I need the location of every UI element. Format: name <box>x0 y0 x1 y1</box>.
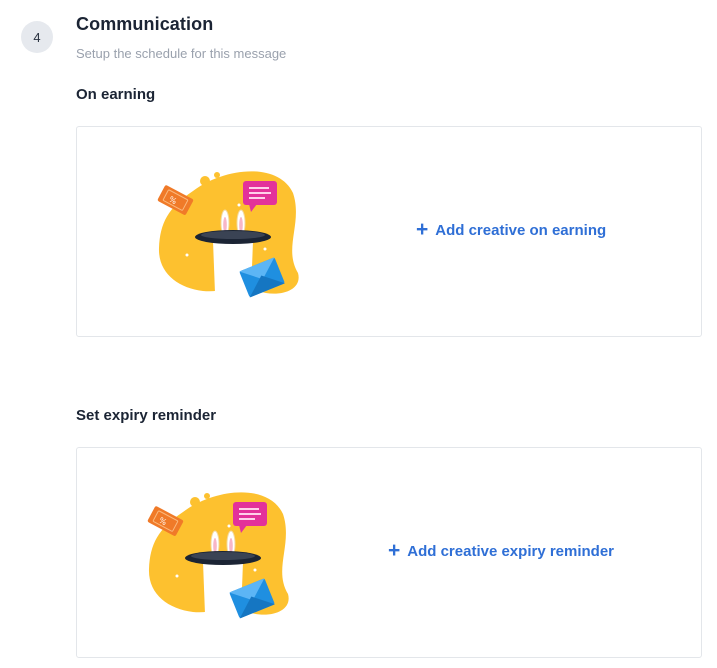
add-creative-expiry-reminder-label: Add creative expiry reminder <box>407 543 615 560</box>
section-heading-on-earning: On earning <box>76 86 156 103</box>
step-number-badge: 4 <box>21 21 53 53</box>
add-creative-on-earning-button[interactable]: + Add creative on earning <box>416 218 607 241</box>
add-creative-on-earning-label: Add creative on earning <box>435 222 607 239</box>
magic-hat-illustration: % <box>143 484 303 624</box>
communication-step: 4 Communication Setup the schedule for t… <box>0 0 717 668</box>
section-heading-expiry-reminder: Set expiry reminder <box>76 407 217 424</box>
add-creative-expiry-reminder-button[interactable]: + Add creative expiry reminder <box>388 539 615 562</box>
plus-icon: + <box>416 218 429 241</box>
step-subtitle: Setup the schedule for this message <box>76 46 287 61</box>
expiry-reminder-card: % + Add creative expiry reminder <box>76 447 702 658</box>
step-title: Communication <box>76 14 214 34</box>
magic-hat-illustration: % <box>153 163 313 303</box>
on-earning-card: % + Add creative on earning <box>76 126 702 337</box>
plus-icon: + <box>388 539 401 562</box>
